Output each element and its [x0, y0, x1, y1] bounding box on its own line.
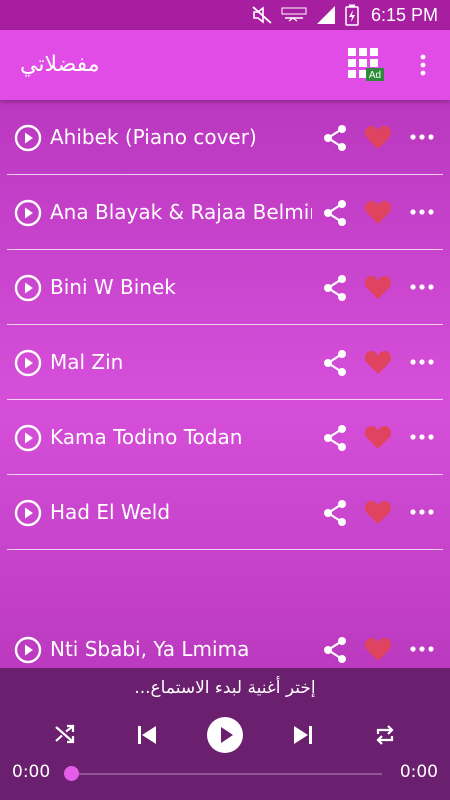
play-icon[interactable] — [206, 716, 244, 754]
share-icon[interactable] — [320, 198, 350, 228]
signal-icon — [315, 5, 337, 25]
more-horiz-icon[interactable] — [410, 130, 434, 144]
song-title: Had El Weld — [50, 500, 171, 524]
seek-bar[interactable] — [72, 773, 382, 775]
more-horiz-icon[interactable] — [410, 355, 434, 369]
apps-grid-icon[interactable]: Ad — [346, 46, 386, 82]
battery-icon — [345, 4, 359, 26]
more-horiz-icon[interactable] — [410, 430, 434, 444]
list-item[interactable]: Kama Todino Todan — [0, 400, 450, 475]
song-title: Ana Blayak & Rajaa Belmir — [50, 200, 312, 224]
play-circle-icon[interactable] — [14, 199, 42, 227]
more-horiz-icon[interactable] — [410, 642, 434, 656]
play-circle-icon[interactable] — [14, 274, 42, 302]
heart-icon[interactable] — [364, 199, 392, 225]
play-circle-icon[interactable] — [14, 424, 42, 452]
heart-icon[interactable] — [364, 349, 392, 375]
heart-icon[interactable] — [364, 274, 392, 300]
share-icon[interactable] — [320, 423, 350, 453]
page-title: مفضلاتي — [20, 52, 100, 77]
song-title: Mal Zin — [50, 350, 124, 374]
status-time: 6:15 PM — [370, 4, 438, 25]
skip-previous-icon[interactable] — [136, 724, 158, 746]
status-bar: 6:15 PM — [0, 0, 450, 30]
play-circle-icon[interactable] — [14, 636, 42, 664]
more-horiz-icon[interactable] — [410, 280, 434, 294]
heart-icon[interactable] — [364, 636, 392, 662]
ad-badge: Ad — [369, 70, 381, 81]
share-icon[interactable] — [320, 273, 350, 303]
mute-icon — [251, 5, 273, 25]
total-time: 0:00 — [399, 762, 438, 782]
song-title: Ahibek (Piano cover) — [50, 125, 257, 149]
share-icon[interactable] — [320, 498, 350, 528]
network-icon — [281, 5, 307, 25]
more-horiz-icon[interactable] — [410, 205, 434, 219]
play-circle-icon[interactable] — [14, 499, 42, 527]
app-bar: مفضلاتي Ad — [0, 30, 450, 100]
song-title: Nti Sbabi, Ya Lmima — [50, 637, 250, 661]
play-circle-icon[interactable] — [14, 349, 42, 377]
heart-icon[interactable] — [364, 499, 392, 525]
list-item[interactable]: Bini W Binek — [0, 250, 450, 325]
play-circle-icon[interactable] — [14, 124, 42, 152]
shuffle-icon[interactable] — [54, 724, 76, 744]
heart-icon[interactable] — [364, 124, 392, 150]
share-icon[interactable] — [320, 635, 350, 665]
share-icon[interactable] — [320, 123, 350, 153]
player-hint: إختر أغنية لبدء الاستماع... — [134, 678, 316, 698]
share-icon[interactable] — [320, 348, 350, 378]
divider — [7, 549, 443, 550]
heart-icon[interactable] — [364, 424, 392, 450]
current-time: 0:00 — [12, 762, 51, 782]
song-title: Kama Todino Todan — [50, 425, 243, 449]
repeat-icon[interactable] — [374, 724, 396, 746]
list-item[interactable]: Had El Weld — [0, 475, 450, 550]
list-item[interactable]: Ahibek (Piano cover) — [0, 100, 450, 175]
more-horiz-icon[interactable] — [410, 505, 434, 519]
list-item[interactable]: Ana Blayak & Rajaa Belmir — [0, 175, 450, 250]
list-item[interactable]: Mal Zin — [0, 325, 450, 400]
seek-thumb[interactable] — [64, 766, 79, 781]
skip-next-icon[interactable] — [292, 724, 314, 746]
more-vert-icon[interactable] — [412, 50, 434, 80]
player-bar: إختر أغنية لبدء الاستماع... 0:00 0:00 — [0, 668, 450, 800]
song-title: Bini W Binek — [50, 275, 176, 299]
